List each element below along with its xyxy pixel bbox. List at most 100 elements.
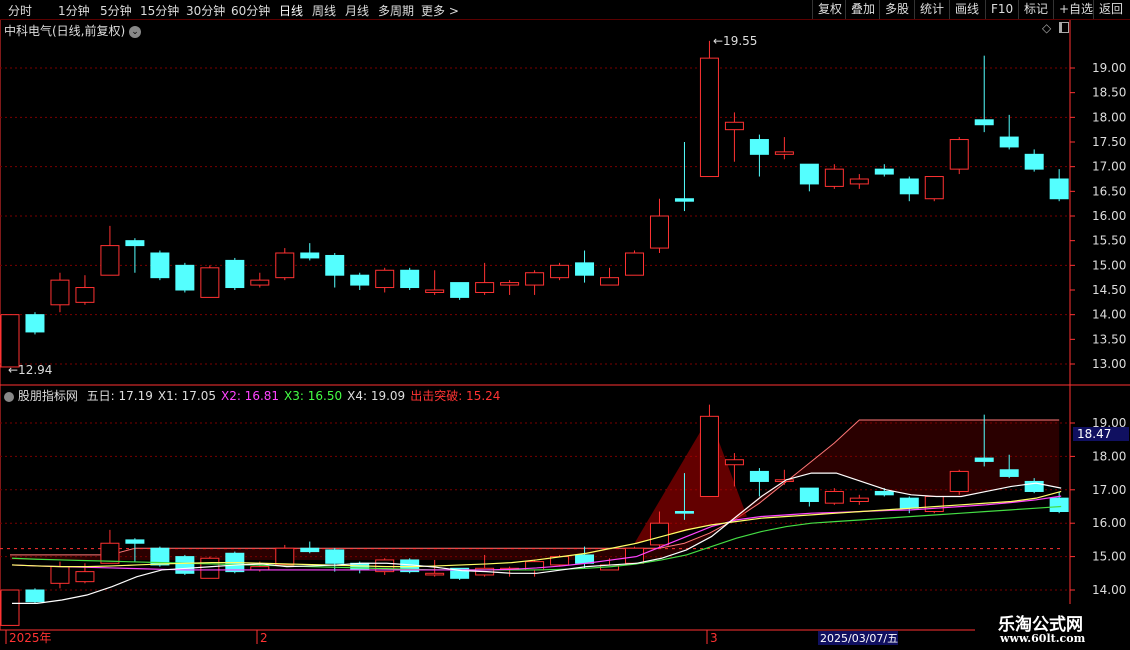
main-candle-body-down <box>899 178 919 195</box>
indicator-axis-label: 18.00 <box>1092 449 1126 463</box>
price-axis-label: 16.50 <box>1092 184 1126 198</box>
ind-candle-body-up <box>949 470 969 492</box>
f10-button[interactable]: F10 <box>985 0 1018 19</box>
period-tab-5min[interactable]: 5分钟 <box>100 2 132 19</box>
main-candle-body-up <box>100 245 120 276</box>
period-tab-multi[interactable]: 多周期 <box>378 2 414 19</box>
ind-candle-body-down <box>125 539 145 544</box>
indicator-axis-label: 14.00 <box>1092 583 1126 597</box>
ind-candle-body-up <box>75 571 95 583</box>
ind-candle-body-up <box>100 542 120 564</box>
main-candle-body-up <box>625 252 644 276</box>
period-tab-more[interactable]: 更多 > <box>421 2 459 19</box>
main-candle-body-up <box>375 269 395 289</box>
high-price-label: ←19.55 <box>713 34 757 48</box>
main-candle-body-up <box>250 279 270 286</box>
main-candle-body-up <box>774 151 794 155</box>
main-candle-body-up <box>50 279 70 306</box>
main-candle-body-down <box>25 314 45 333</box>
indicator-axis-label: 17.00 <box>1092 483 1126 497</box>
toolbar: 分时 1分钟 5分钟 15分钟 30分钟 60分钟 日线 周线 月线 多周期 更… <box>0 0 1130 20</box>
chevron-right-icon: > <box>445 4 459 18</box>
main-candle-body-down <box>1024 153 1044 170</box>
price-axis-label: 18.50 <box>1092 86 1126 100</box>
watermark: 乐淘公式网 www.60lt.com <box>975 604 1130 650</box>
ind-candle-body-down <box>874 490 894 496</box>
overlay-button[interactable]: 叠加 <box>845 0 880 19</box>
period-tab-30min[interactable]: 30分钟 <box>186 2 225 19</box>
ind-candle-body-down <box>25 589 45 603</box>
main-candle-body-up <box>425 289 445 293</box>
ind-candle-body-down <box>175 556 195 574</box>
price-axis-label: 15.50 <box>1092 234 1126 248</box>
ind-candle-body-down <box>1049 497 1069 513</box>
main-candle-body-up <box>699 57 719 178</box>
price-axis-label: 17.50 <box>1092 135 1126 149</box>
main-candle-body-down <box>175 264 195 291</box>
ind-candle-body-down <box>325 549 345 564</box>
price-axis-label: 13.50 <box>1092 332 1126 346</box>
main-candle-body-up <box>924 176 944 200</box>
price-axis-label: 15.00 <box>1092 258 1126 272</box>
period-tab-15min[interactable]: 15分钟 <box>140 2 179 19</box>
main-candle-body-up <box>75 287 95 303</box>
main-candle-body-up <box>949 139 969 170</box>
period-tab-1min[interactable]: 1分钟 <box>58 2 90 19</box>
main-candle-body-up <box>500 282 520 286</box>
period-tab-weekly[interactable]: 周线 <box>312 2 336 19</box>
main-candle-body-down <box>400 269 420 289</box>
main-candle-body-down <box>674 198 694 202</box>
adjust-button[interactable]: 复权 <box>812 0 847 19</box>
main-candle-body-up <box>824 168 844 187</box>
period-tab-intraday[interactable]: 分时 <box>8 2 32 19</box>
more-label: 更多 <box>421 4 446 18</box>
multi-stock-button[interactable]: 多股 <box>879 0 914 19</box>
ind-candle-body-down <box>749 470 769 482</box>
main-candle-body-up <box>275 252 295 279</box>
period-tab-60min[interactable]: 60分钟 <box>231 2 270 19</box>
ind-candle-body-up <box>200 557 220 579</box>
low-price-label: ←12.94 <box>8 363 52 377</box>
ind-candle-body-up <box>849 497 869 502</box>
price-axis-label: 18.00 <box>1092 110 1126 124</box>
ind-candle-body-up <box>724 459 744 466</box>
back-button[interactable]: 返回 <box>1093 0 1128 19</box>
kline-chart[interactable]: 19.00 18.50 18.00 17.50 17.00 16.50 16.00 15.50… <box>0 20 1130 650</box>
main-candle-body-down <box>325 254 345 276</box>
ind-candle-body-up <box>425 572 445 576</box>
mark-button[interactable]: 标记 <box>1018 0 1053 19</box>
indicator-axis-label: 15.00 <box>1092 550 1126 564</box>
current-value-label: 18.47 <box>1077 427 1111 441</box>
main-candle-body-down <box>575 262 595 276</box>
ind-candle-body-down <box>974 457 994 462</box>
main-candle-body-down <box>874 168 894 175</box>
period-tab-monthly[interactable]: 月线 <box>345 2 369 19</box>
ind-candle-body-down <box>899 497 919 509</box>
price-axis-label: 17.00 <box>1092 160 1126 174</box>
price-axis-label: 13.00 <box>1092 357 1126 371</box>
draw-button[interactable]: 画线 <box>949 0 984 19</box>
ind-candle-body-up <box>0 589 20 626</box>
main-candle-body-down <box>225 259 245 289</box>
date-label: 3 <box>710 631 718 645</box>
main-candle-body-up <box>200 267 220 298</box>
main-candle-body-up <box>550 264 570 279</box>
add-watchlist-button[interactable]: +自选 <box>1053 0 1098 19</box>
ind-candle-body-down <box>799 487 819 502</box>
ind-candle-body-up <box>50 566 70 584</box>
main-candle-body-up <box>525 272 545 286</box>
main-candle-body-down <box>799 163 819 185</box>
main-candle-body-down <box>974 119 994 126</box>
ind-candle-body-up <box>625 547 644 564</box>
price-axis-label: 14.00 <box>1092 308 1126 322</box>
main-candle-body-up <box>649 215 669 249</box>
ind-candle-body-down <box>300 547 320 553</box>
price-axis-label: 16.00 <box>1092 209 1126 223</box>
stats-button[interactable]: 统计 <box>914 0 949 19</box>
period-tab-daily[interactable]: 日线 <box>279 2 303 19</box>
x4-envelope-fill <box>10 419 1060 560</box>
main-candle-body-down <box>300 252 320 259</box>
main-candle-body-down <box>999 136 1019 148</box>
ind-candle-body-up <box>649 522 669 546</box>
ind-candle-body-down <box>575 554 595 564</box>
